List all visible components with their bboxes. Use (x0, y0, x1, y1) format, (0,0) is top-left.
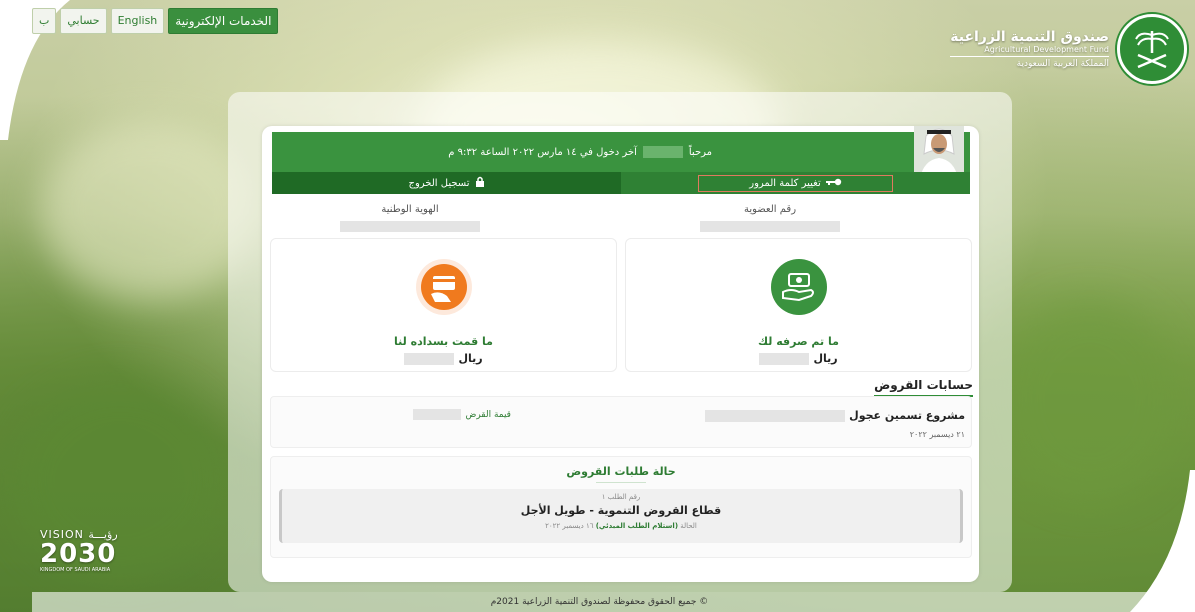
repaid-value-redacted (404, 352, 455, 365)
national-id-field: الهوية الوطنية (330, 204, 490, 232)
bg-grass (1000, 300, 1180, 500)
logo-ar-name: صندوق التنمية الزراعية (950, 29, 1109, 45)
state-date: ١٦ ديسمبر ٢٠٢٢ (545, 522, 594, 530)
national-id-label: الهوية الوطنية (381, 204, 439, 215)
logout-button[interactable]: تسجيل الخروج (272, 172, 621, 194)
lock-icon (475, 176, 485, 190)
payment-card-icon (415, 259, 472, 315)
extra-button[interactable]: ب (32, 8, 57, 34)
logout-label: تسجيل الخروج (408, 177, 470, 189)
loan-accounts-title: حسابات القروض (874, 378, 973, 397)
vision-2030-logo: VISION رؤيـــة 2030 KINGDOM OF SAUDI ARA… (40, 528, 118, 573)
change-password-button[interactable]: تغيير كلمة المرور (698, 174, 893, 192)
dashboard-card: مرحباً آخر دخول في ١٤ مارس ٢٠٢٢ الساعة ٩… (262, 126, 979, 582)
user-name-redacted (642, 146, 683, 158)
state-value: (استلام الطلب المبدئي) (595, 522, 679, 530)
change-password-label: تغيير كلمة المرور (749, 177, 821, 189)
membership-field: رقم العضوية (690, 204, 850, 232)
eservices-button[interactable]: الخدمات الإلكترونية (168, 8, 279, 34)
loan-date: ٢١ ديسمبر ٢٠٢٢ (909, 430, 965, 439)
loan-status-title: حالة طلبات القروض (566, 465, 676, 478)
disbursed-value-redacted (759, 352, 810, 365)
membership-value-redacted (700, 221, 840, 232)
logo-kingdom: المملكة العربية السعودية (1016, 59, 1109, 69)
top-nav: الخدمات الإلكترونية English حسابي ب (32, 8, 279, 34)
key-icon (825, 178, 842, 189)
change-password-tab: تغيير كلمة المرور (621, 172, 970, 194)
footer: © جميع الحقوق محفوظة لصندوق التنمية الزر… (32, 592, 1167, 612)
action-bar: تغيير كلمة المرور تسجيل الخروج (272, 172, 970, 194)
repaid-box: ما قمت بسداده لنا ريال (270, 238, 617, 372)
request-state: الحالة (استلام الطلب المبدئي) ١٦ ديسمبر … (282, 522, 960, 530)
repaid-currency: ريال (458, 352, 483, 365)
state-label: الحالة (680, 522, 697, 530)
bg-light (40, 120, 260, 300)
loan-value: قيمة القرض (413, 409, 511, 420)
disbursed-amount: ريال (626, 352, 971, 365)
loan-project-name: مشروع تسمين عجول (849, 409, 965, 422)
loan-account-row[interactable]: مشروع تسمين عجول ٢١ ديسمبر ٢٠٢٢ قيمة الق… (270, 396, 972, 448)
loan-project-redacted (705, 409, 846, 422)
repaid-amount: ريال (271, 352, 616, 365)
request-sector: قطاع القروض التنموية - طويل الأجل (520, 504, 722, 517)
logo-en-name: Agricultural Development Fund (950, 45, 1109, 57)
disbursed-box: ما تم صرفه لك ريال (625, 238, 972, 372)
avatar (914, 126, 964, 178)
last-login: آخر دخول في ١٤ مارس ٢٠٢٢ الساعة ٩:٣٢ م (448, 146, 637, 158)
logo-text: صندوق التنمية الزراعية Agricultural Deve… (950, 29, 1109, 69)
repaid-label: ما قمت بسداده لنا (394, 335, 493, 348)
loan-project: مشروع تسمين عجول (705, 409, 965, 422)
request-number: رقم الطلب ١ (601, 493, 641, 501)
greeting: مرحباً (688, 146, 712, 158)
loan-value-label: قيمة القرض (465, 409, 511, 420)
loan-status-section: حالة طلبات القروض رقم الطلب ١ قطاع القرو… (270, 456, 972, 558)
loan-request-item[interactable]: رقم الطلب ١ قطاع القروض التنموية - طويل … (279, 489, 963, 543)
welcome-bar: مرحباً آخر دخول في ١٤ مارس ٢٠٢٢ الساعة ٩… (272, 126, 970, 178)
membership-label: رقم العضوية (743, 204, 797, 215)
palm-swords-icon (1117, 14, 1187, 84)
my-account-button[interactable]: حسابي (60, 8, 107, 34)
loan-value-redacted (413, 409, 462, 420)
money-hand-icon (770, 259, 827, 315)
disbursed-label: ما تم صرفه لك (758, 335, 839, 348)
national-id-value-redacted (340, 221, 480, 232)
vision-line3: KINGDOM OF SAUDI ARABIA (40, 567, 111, 573)
vision-line2: 2030 (40, 539, 117, 569)
english-button[interactable]: English (110, 8, 165, 34)
welcome-text: مرحباً آخر دخول في ١٤ مارس ٢٠٢٢ الساعة ٩… (448, 146, 712, 158)
logo[interactable]: صندوق التنمية الزراعية Agricultural Deve… (950, 14, 1187, 84)
disbursed-currency: ريال (813, 352, 838, 365)
divider (596, 482, 646, 483)
